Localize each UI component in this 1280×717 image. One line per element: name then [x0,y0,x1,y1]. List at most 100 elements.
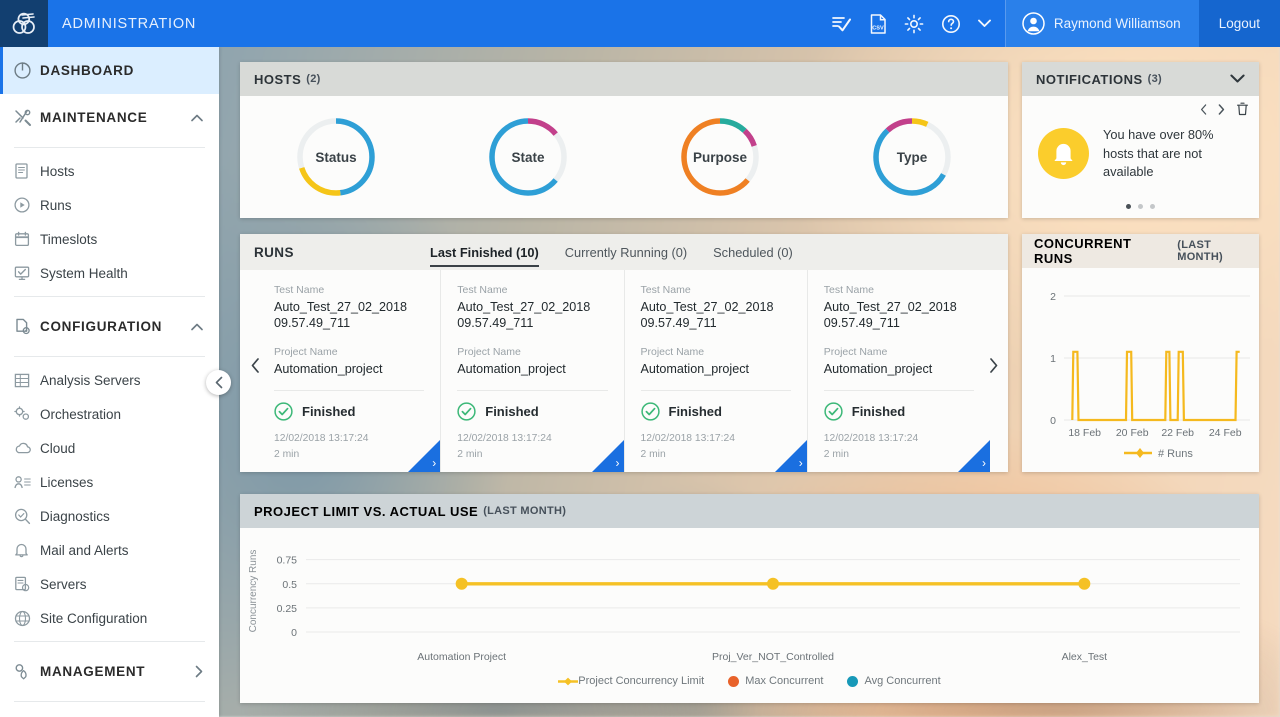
sidebar-item-licenses[interactable]: Licenses [0,465,219,499]
donut-label: Purpose [677,114,763,200]
sidebar-item-reports[interactable]: REPORTS [0,708,219,717]
prev-notification-button[interactable] [1200,104,1207,117]
person-list-icon [14,475,40,490]
runs-next-button[interactable] [982,354,1004,376]
divider [14,147,205,148]
tools-icon [14,109,40,127]
gear-icon[interactable] [904,14,924,34]
test-name-value: Auto_Test_27_02_2018 09.57.49_711 [274,299,424,332]
data-point[interactable] [456,578,468,590]
app-logo[interactable] [0,0,48,47]
test-name-value: Auto_Test_27_02_2018 09.57.49_711 [641,299,791,332]
user-name: Raymond Williamson [1054,16,1181,31]
y-tick-label: 0.25 [277,603,298,615]
x-tick-label: 22 Feb [1161,427,1194,439]
run-card[interactable]: Test NameAuto_Test_27_02_2018 09.57.49_7… [808,270,990,472]
sidebar-item-system-health[interactable]: System Health [0,256,219,290]
chevron-right-icon: › [799,456,803,470]
sidebar-item-orchestration[interactable]: Orchestration [0,397,219,431]
sidebar: DASHBOARD MAINTENANCE Hosts Runs [0,47,219,717]
sidebar-item-management[interactable]: MANAGEMENT [0,648,219,695]
chevron-down-icon[interactable] [1230,70,1245,88]
runs-tab-0[interactable]: Last Finished (10) [430,234,539,270]
x-tick-label: Proj_Ver_NOT_Controlled [712,651,834,663]
test-name-label: Test Name [457,284,607,296]
sidebar-item-analysis-servers[interactable]: Analysis Servers [0,363,219,397]
y-tick-label: 1 [1050,353,1056,365]
donut-state[interactable]: State [485,114,571,200]
pager-dot[interactable] [1126,204,1131,209]
runs-tab-1[interactable]: Currently Running (0) [565,234,687,270]
legend-item[interactable]: Project Concurrency Limit [558,675,704,687]
legend-marker [1136,448,1144,458]
x-tick-label: Automation Project [417,651,506,663]
trash-icon[interactable] [1236,102,1249,118]
run-timestamp: 12/02/2018 13:17:24 [641,431,735,447]
sidebar-item-runs[interactable]: Runs [0,188,219,222]
user-menu[interactable]: Raymond Williamson [1006,0,1199,47]
sidebar-item-configuration[interactable]: CONFIGURATION [0,303,219,350]
project-name-value: Automation_project [824,361,974,377]
chevron-up-icon[interactable] [191,323,219,331]
sidebar-item-cloud[interactable]: Cloud [0,431,219,465]
sidebar-item-diagnostics[interactable]: Diagnostics [0,499,219,533]
sidebar-item-timeslots[interactable]: Timeslots [0,222,219,256]
donut-label: State [485,114,571,200]
sidebar-item-dashboard[interactable]: DASHBOARD [0,47,219,94]
sidebar-item-hosts[interactable]: Hosts [0,154,219,188]
sidebar-item-label: CONFIGURATION [40,319,191,334]
sidebar-item-maintenance[interactable]: MAINTENANCE [0,94,219,141]
legend-item[interactable]: Avg Concurrent [847,675,940,687]
calendar-icon [14,231,40,247]
donut-status[interactable]: Status [293,114,379,200]
legend-label: Max Concurrent [745,675,823,687]
chevron-up-icon[interactable] [191,114,219,122]
run-card[interactable]: Test NameAuto_Test_27_02_2018 09.57.49_7… [258,270,441,472]
donut-type[interactable]: Type [869,114,955,200]
donut-purpose[interactable]: Purpose [677,114,763,200]
data-point[interactable] [1078,578,1090,590]
project-name-label: Project Name [824,346,974,358]
divider [641,390,791,391]
runs-tab-2[interactable]: Scheduled (0) [713,234,793,270]
checklist-icon[interactable] [832,15,852,33]
notifications-panel: NOTIFICATIONS (3) [1022,62,1259,218]
csv-export-icon[interactable]: CSV [869,14,887,34]
run-duration: 2 min [824,447,918,463]
sidebar-collapse-button[interactable] [206,370,231,395]
y-tick-label: 2 [1050,291,1056,303]
legend-item[interactable]: Max Concurrent [728,675,823,687]
sidebar-item-site-configuration[interactable]: Site Configuration [0,601,219,635]
project-name-label: Project Name [274,346,424,358]
divider [824,390,974,391]
help-icon[interactable] [941,14,961,34]
chevron-right-icon[interactable] [195,665,219,678]
run-card[interactable]: Test Name Auto_Test_27_02_2018 09.57.49_7… [625,270,808,472]
sidebar-item-servers[interactable]: Servers [0,567,219,601]
sidebar-item-label: Site Configuration [40,611,147,626]
hosts-donut-row: Status State Purpose Type [240,96,1008,218]
runs-prev-button[interactable] [244,354,266,376]
divider [457,390,607,391]
check-circle-icon [641,402,660,421]
test-name-value: Auto_Test_27_02_2018 09.57.49_711 [457,299,607,332]
sidebar-item-label: Orchestration [40,407,121,422]
sidebar-item-mail-and-alerts[interactable]: Mail and Alerts [0,533,219,567]
sidebar-item-label: Licenses [40,475,93,490]
run-card[interactable]: Test Name Auto_Test_27_02_2018 09.57.49_7… [441,270,624,472]
pager-dot[interactable] [1138,204,1143,209]
pager-dot[interactable] [1150,204,1155,209]
notifications-body: You have over 80% hosts that are not ava… [1022,96,1259,218]
chevron-down-icon[interactable] [978,19,991,28]
donut-label: Status [293,114,379,200]
logout-button[interactable]: Logout [1199,0,1280,47]
next-notification-button[interactable] [1218,104,1225,117]
x-tick-label: 20 Feb [1116,427,1149,439]
test-name-label: Test Name [641,284,791,296]
run-timestamp: 12/02/2018 13:17:24 [824,431,918,447]
project-name-value: Automation_project [641,361,791,377]
grid-table-icon [14,373,40,388]
data-point[interactable] [767,578,779,590]
runs-tabs: Last Finished (10) Currently Running (0) S… [430,234,793,270]
x-tick-label: Alex_Test [1062,651,1108,663]
